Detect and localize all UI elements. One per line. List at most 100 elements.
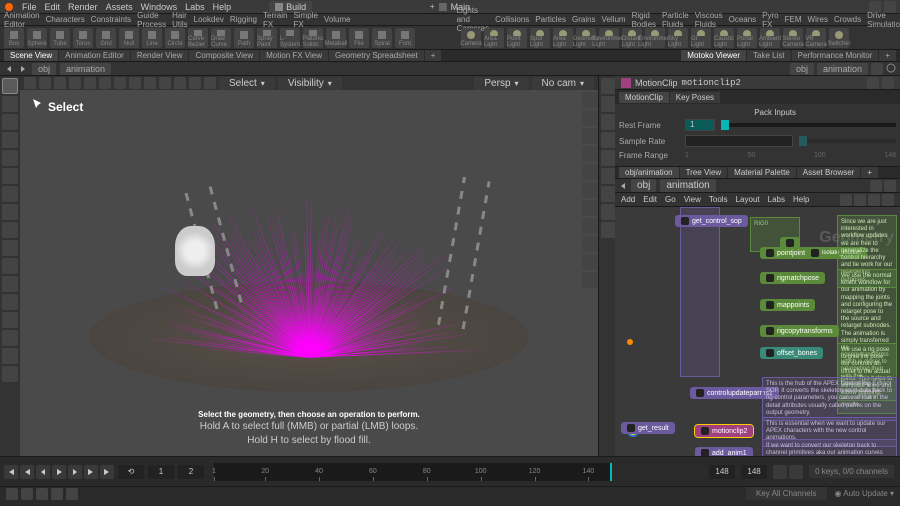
net-icon[interactable] xyxy=(870,180,882,192)
vp-icon[interactable] xyxy=(99,77,111,89)
shelf-tool-icon[interactable]: Tube xyxy=(50,28,70,48)
back-icon[interactable] xyxy=(4,64,14,74)
last-frame-button[interactable] xyxy=(100,465,114,479)
node[interactable]: rigcopytransforms xyxy=(760,325,839,337)
net-menu[interactable]: Edit xyxy=(643,195,657,204)
shelf-tool-icon[interactable]: Sky Light xyxy=(668,28,688,48)
net-icon[interactable] xyxy=(884,180,896,192)
tab-add-r[interactable]: + xyxy=(879,50,896,61)
status-icon[interactable] xyxy=(21,488,33,500)
vp-right-icon[interactable] xyxy=(582,128,598,144)
persp-dropdown[interactable]: Persp▾ xyxy=(474,77,528,90)
menu-labs[interactable]: Labs xyxy=(185,2,205,12)
scale-tool-icon[interactable] xyxy=(2,132,18,148)
tl-opt-icon[interactable] xyxy=(789,465,803,479)
vp-right-icon[interactable] xyxy=(582,200,598,216)
shelf-tool-icon[interactable]: Caustic Light xyxy=(714,28,734,48)
shelf-tab[interactable]: Lookdev xyxy=(194,15,224,24)
shelf-tab[interactable]: Particles xyxy=(535,15,566,24)
status-icon[interactable] xyxy=(6,488,18,500)
prev-frame-button[interactable] xyxy=(36,465,50,479)
shelf-tool-icon[interactable]: Metaball xyxy=(326,28,346,48)
shelf-tool-icon[interactable]: Area Light xyxy=(484,28,504,48)
vp-icon[interactable] xyxy=(144,77,156,89)
shelf-tab[interactable]: Rigging xyxy=(230,15,257,24)
node[interactable]: get_result xyxy=(621,422,675,434)
path-node[interactable]: animation xyxy=(60,63,111,75)
status-icon[interactable] xyxy=(51,488,63,500)
status-icon[interactable] xyxy=(66,488,78,500)
key-all-button[interactable]: Key All Channels xyxy=(746,487,826,500)
param-tab[interactable]: MotionClip xyxy=(619,92,669,103)
shelf-tab[interactable]: Guide Process xyxy=(137,11,166,29)
vp-right-icon[interactable] xyxy=(582,92,598,108)
node-dot[interactable] xyxy=(627,339,633,345)
shelf-tool-icon[interactable]: Environment Light xyxy=(645,28,665,48)
shelf-tab[interactable]: Crowds xyxy=(834,15,861,24)
tab-composite[interactable]: Composite View xyxy=(189,50,259,61)
shelf-tab[interactable]: FEM xyxy=(785,15,802,24)
vp-icon[interactable] xyxy=(129,77,141,89)
play-button[interactable] xyxy=(52,465,66,479)
tool-icon[interactable] xyxy=(2,186,18,202)
vp-icon[interactable] xyxy=(204,77,216,89)
tool-icon[interactable] xyxy=(2,222,18,238)
rest-frame-slider[interactable] xyxy=(721,123,896,127)
shelf-tab[interactable]: Vellum xyxy=(602,15,626,24)
fwd-icon[interactable] xyxy=(18,64,28,74)
vp-right-icon[interactable] xyxy=(582,236,598,252)
shelf-tool-icon[interactable]: Path xyxy=(234,28,254,48)
vp-icon[interactable] xyxy=(159,77,171,89)
tab-motionfx[interactable]: Motion FX View xyxy=(260,50,328,61)
shelf-tool-icon[interactable]: Torus xyxy=(73,28,93,48)
vp-icon[interactable] xyxy=(174,77,186,89)
vp-right-icon[interactable] xyxy=(582,164,598,180)
shelf-tool-icon[interactable]: Spray Paint xyxy=(257,28,277,48)
vp-icon[interactable] xyxy=(24,77,36,89)
net-menu[interactable]: Layout xyxy=(736,195,760,204)
net-icon[interactable] xyxy=(882,194,894,206)
shelf-tool-icon[interactable]: Line xyxy=(142,28,162,48)
shelf-tool-icon[interactable]: Null xyxy=(119,28,139,48)
shelf-tool-icon[interactable]: Font xyxy=(395,28,415,48)
vp-icon[interactable] xyxy=(69,77,81,89)
loop-mode[interactable]: ⟲ xyxy=(118,465,144,479)
shelf-tab[interactable]: Volume xyxy=(324,15,351,24)
net-tab[interactable]: Asset Browser xyxy=(797,167,861,178)
path-node[interactable]: animation xyxy=(660,179,715,192)
shelf-tab[interactable]: Characters xyxy=(46,15,85,24)
shelf-tool-icon[interactable]: Sphere xyxy=(27,28,47,48)
select-mode-dropdown[interactable]: Select▾ xyxy=(219,77,275,90)
sample-rate-input[interactable] xyxy=(685,135,793,147)
tab-scene-view[interactable]: Scene View xyxy=(4,50,58,61)
net-icon[interactable] xyxy=(854,194,866,206)
rest-frame-input[interactable]: 1 xyxy=(685,119,715,131)
first-frame-button[interactable] xyxy=(4,465,18,479)
gear-icon[interactable] xyxy=(867,77,879,89)
vp-icon[interactable] xyxy=(84,77,96,89)
vp-right-icon[interactable] xyxy=(582,272,598,288)
vp-right-icon[interactable] xyxy=(582,254,598,270)
path-node-r[interactable]: animation xyxy=(817,63,868,75)
status-icon[interactable] xyxy=(36,488,48,500)
shelf-tab[interactable]: Drive Simulation xyxy=(867,11,900,29)
shelf-tool-icon[interactable]: Spot Light xyxy=(530,28,550,48)
tool-icon[interactable] xyxy=(2,240,18,256)
prev-key-button[interactable] xyxy=(20,465,34,479)
rotate-tool-icon[interactable] xyxy=(2,114,18,130)
vp-icon[interactable] xyxy=(114,77,126,89)
shelf-tool-icon[interactable]: VR Camera xyxy=(806,28,826,48)
tool-icon[interactable] xyxy=(2,348,18,364)
shelf-tool-icon[interactable]: Draw Curve xyxy=(211,28,231,48)
net-menu[interactable]: Help xyxy=(793,195,809,204)
shelf-tool-icon[interactable]: Camera xyxy=(461,28,481,48)
next-key-button[interactable] xyxy=(84,465,98,479)
shelf-tab[interactable]: Oceans xyxy=(729,15,757,24)
param-tab[interactable]: Key Poses xyxy=(670,92,720,103)
shelf-tool-icon[interactable]: Point Light xyxy=(507,28,527,48)
timeline-track[interactable]: 120406080100120140 xyxy=(214,463,610,481)
menu-assets[interactable]: Assets xyxy=(106,2,133,12)
tool-icon[interactable] xyxy=(2,330,18,346)
tab-perfmon[interactable]: Performance Monitor xyxy=(792,50,879,61)
tool-icon[interactable] xyxy=(2,312,18,328)
